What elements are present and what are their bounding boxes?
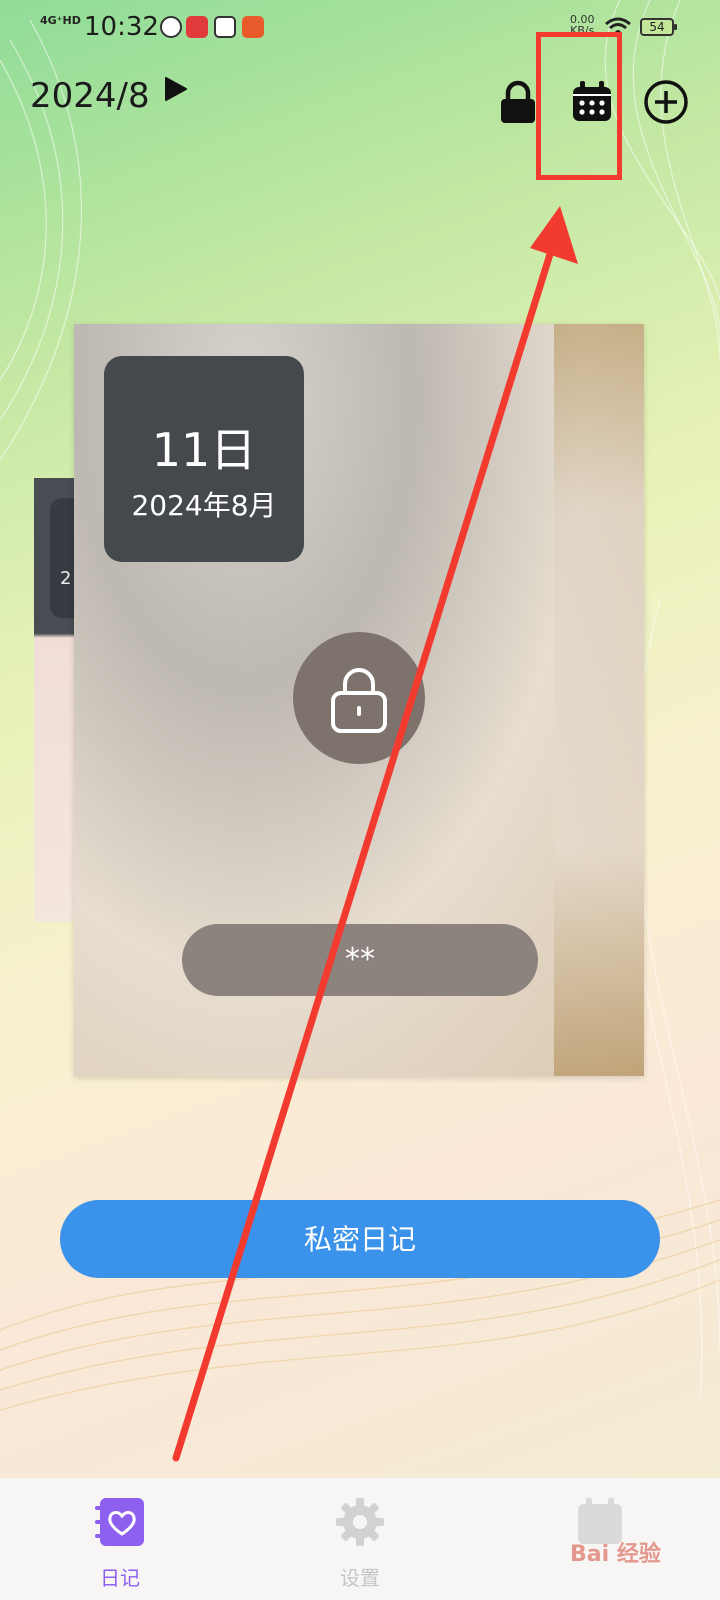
private-diary-button[interactable]: 私密日记 <box>60 1200 660 1278</box>
tab-diary[interactable]: 日记 <box>50 1478 190 1600</box>
masked-title: ** <box>182 924 538 996</box>
heart-diary-icon <box>95 1498 144 1546</box>
lock-outline-icon <box>331 668 387 733</box>
notification-app-icon <box>186 16 208 38</box>
previous-card-date-fragment: 2 <box>60 568 72 589</box>
tab-diary-label: 日记 <box>100 1566 140 1590</box>
watermark: Bai 经验 <box>570 1542 661 1567</box>
tab-settings[interactable]: 设置 <box>290 1478 430 1600</box>
play-icon[interactable] <box>162 76 188 102</box>
battery-indicator: 54 <box>640 18 677 36</box>
tab-settings-label: 设置 <box>340 1566 380 1590</box>
card-day: 11日 <box>151 423 257 477</box>
annotation-highlight-box <box>536 32 622 180</box>
card-year-month: 2024年8月 <box>131 489 277 522</box>
lock-icon[interactable] <box>494 78 542 126</box>
add-circle-icon[interactable] <box>642 78 690 126</box>
date-box: 11日 2024年8月 <box>104 356 304 562</box>
network-indicator: 4G⁺HD <box>40 14 81 27</box>
month-title[interactable]: 2024/8 <box>30 76 150 116</box>
notification-app-icon <box>242 16 264 38</box>
notification-app-icon <box>214 16 236 38</box>
gear-icon <box>336 1498 384 1546</box>
status-time: 10:32 <box>84 12 159 42</box>
notification-app-icon <box>160 16 182 38</box>
locked-diary-button[interactable] <box>293 632 425 764</box>
diary-card[interactable]: 11日 2024年8月 ** <box>74 324 644 1076</box>
